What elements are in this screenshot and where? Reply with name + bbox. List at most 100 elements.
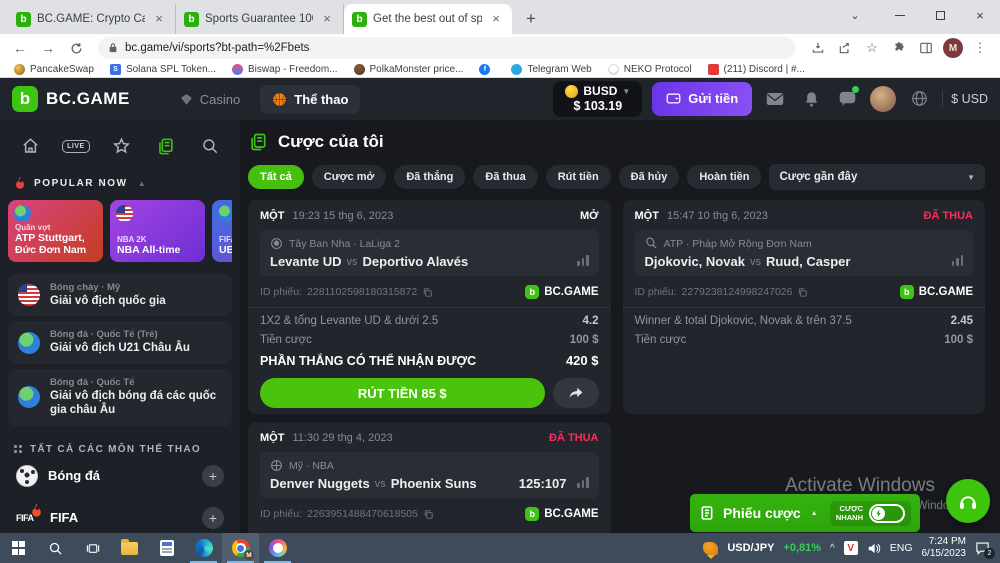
fiat-currency[interactable]: $ USD (942, 91, 988, 107)
support-headset-button[interactable] (946, 479, 990, 523)
filter-won[interactable]: Đã thắng (394, 165, 465, 189)
speaker-icon[interactable] (867, 542, 881, 555)
home-icon[interactable] (18, 134, 42, 158)
mail-icon[interactable] (762, 86, 788, 112)
filter-cashout[interactable]: Rút tiền (546, 165, 611, 189)
tab-sports-guarantee[interactable]: b Sports Guarantee 100% Cashbac × (176, 4, 344, 34)
new-tab-button[interactable]: + (518, 6, 544, 32)
bookmark-biswap[interactable]: Biswap - Freedom... (232, 64, 337, 75)
copy-icon[interactable] (423, 509, 434, 520)
chat-icon[interactable] (834, 86, 860, 112)
url-bar[interactable]: bc.game/vi/sports?bt-path=%2Fbets (98, 37, 796, 59)
stats-icon[interactable] (577, 477, 589, 488)
bell-icon[interactable] (798, 86, 824, 112)
bookmark-facebook[interactable]: f (479, 64, 495, 75)
search-icon[interactable] (198, 134, 222, 158)
file-explorer-button[interactable] (111, 533, 148, 563)
tray-chevron-icon[interactable]: ^ (830, 543, 835, 554)
collapse-up-icon[interactable]: ▲ (138, 179, 148, 188)
maximize-button[interactable] (920, 0, 960, 30)
filter-cancelled[interactable]: Đã hủy (619, 165, 680, 189)
language-indicator[interactable]: ENG (890, 542, 913, 554)
tab-bcgame-casino[interactable]: b BC.GAME: Crypto Casino Games × (8, 4, 176, 34)
reload-icon[interactable] (64, 36, 88, 60)
bookmark-telegram[interactable]: Telegram Web (511, 64, 591, 75)
antivirus-tray-icon[interactable]: V (844, 541, 858, 555)
filter-open[interactable]: Cược mở (312, 165, 387, 189)
bcgame-logo[interactable]: b BC.GAME (12, 86, 130, 112)
stats-icon[interactable] (952, 255, 964, 266)
filter-refund[interactable]: Hoàn tiền (687, 165, 761, 189)
stats-icon[interactable] (577, 255, 589, 266)
back-icon[interactable]: ← (8, 36, 32, 60)
favorites-star-icon[interactable] (110, 134, 134, 158)
bet-card-atp[interactable]: MỘT 15:47 10 thg 6, 2023 ĐÃ THUA ATP · P… (623, 200, 986, 414)
share-bet-button[interactable] (553, 378, 599, 408)
my-bets-slip-icon[interactable] (154, 134, 178, 158)
popular-card-atp[interactable]: Quần vợt ATP Stuttgart, Đức Đơn Nam (8, 200, 103, 262)
taskbar-search-button[interactable] (37, 533, 74, 563)
side-panel-icon[interactable] (914, 36, 938, 60)
match-box[interactable]: Mỹ · NBA Denver Nuggets vs Phoenix Suns … (260, 452, 599, 498)
popular-now-header[interactable]: POPULAR NOW ▲ (14, 176, 226, 190)
install-icon[interactable] (806, 36, 830, 60)
menu-kebab-icon[interactable]: ⋮ (968, 36, 992, 60)
popular-card-nba[interactable]: NBA 2K NBA All-time (110, 200, 205, 262)
browser-profile-avatar[interactable]: M (941, 36, 965, 60)
start-button[interactable] (0, 533, 37, 563)
bet-card-nba[interactable]: MỘT 11:30 29 thg 4, 2023 ĐÃ THUA Mỹ · NB… (248, 422, 611, 533)
league-item-nations[interactable]: Bóng đá · Quốc Tế Giải vô địch bóng đá c… (8, 369, 232, 426)
edge-button[interactable] (185, 533, 222, 563)
filter-lost[interactable]: Đã thua (473, 165, 537, 189)
taskbar-clock[interactable]: 7:24 PM 6/15/2023 (922, 536, 967, 561)
tab-sports-betting-active[interactable]: b Get the best out of sports bettin × (344, 4, 512, 34)
popular-card-uefa[interactable]: FIFA UEFA Leag (212, 200, 232, 262)
nav-casino[interactable]: Casino (168, 85, 252, 114)
task-view-button[interactable] (74, 533, 111, 563)
match-box[interactable]: ATP · Pháp Mở Rộng Đơn Nam Djokovic, Nov… (635, 230, 974, 276)
chrome-button[interactable]: M (222, 533, 259, 563)
betslip-bar[interactable]: Phiếu cược ▲ CƯỢCNHANH (690, 494, 920, 532)
close-tab-icon[interactable]: × (151, 11, 167, 27)
action-center-button[interactable]: 2 (975, 541, 990, 555)
quick-bet-toggle[interactable] (869, 504, 905, 523)
bookmark-polkamonster[interactable]: PolkaMonster price... (354, 64, 464, 75)
sidebar-item-fifa[interactable]: FIFA FIFA + (8, 497, 232, 534)
expand-plus-button[interactable]: + (202, 507, 224, 529)
bookmark-neko[interactable]: NEKO Protocol (608, 64, 692, 75)
forward-icon[interactable]: → (36, 36, 60, 60)
copy-icon[interactable] (797, 287, 808, 298)
paint-button[interactable] (259, 533, 296, 563)
currency-pair[interactable]: USD/JPY (727, 542, 774, 554)
close-window-button[interactable]: × (960, 0, 1000, 30)
bookmark-discord[interactable]: (211) Discord | #... (708, 64, 805, 75)
nav-sports[interactable]: Thể thao (260, 85, 360, 114)
close-tab-icon[interactable]: × (319, 11, 335, 27)
league-item-u21[interactable]: Bóng đá · Quốc Tế (Trẻ) Giải vô địch U21… (8, 321, 232, 363)
minimize-button[interactable] (880, 0, 920, 30)
copy-icon[interactable] (422, 287, 433, 298)
expand-plus-button[interactable]: + (202, 465, 224, 487)
sidebar-item-football[interactable]: Bóng đá + (8, 455, 232, 497)
share-icon[interactable] (833, 36, 857, 60)
filter-all[interactable]: Tất cả (248, 165, 304, 189)
wordpad-button[interactable] (148, 533, 185, 563)
cashout-button[interactable]: RÚT TIỀN 85 $ (260, 378, 545, 408)
bookmark-star-icon[interactable]: ☆ (860, 36, 884, 60)
ticker-app-icon[interactable] (703, 542, 718, 555)
live-icon[interactable]: LIVE (62, 140, 90, 153)
tab-search-chevron-icon[interactable]: ⌄ (840, 0, 870, 30)
language-globe-icon[interactable] (906, 86, 932, 112)
extensions-icon[interactable] (887, 36, 911, 60)
bet-card-laliga[interactable]: MỘT 19:23 15 thg 6, 2023 MỞ Tây Ban Nha … (248, 200, 611, 414)
sort-dropdown[interactable]: Cược gần đây ▼ (769, 164, 985, 190)
close-tab-icon[interactable]: × (488, 11, 504, 27)
user-avatar[interactable] (870, 86, 896, 112)
match-box[interactable]: Tây Ban Nha · LaLiga 2 Levante UD vs Dep… (260, 230, 599, 276)
wallet-balance[interactable]: BUSD▼ $ 103.19 (553, 81, 642, 116)
bookmark-solana[interactable]: SSolana SPL Token... (110, 64, 216, 75)
bookmark-pancakeswap[interactable]: PancakeSwap (14, 64, 94, 75)
status-badge: MỞ (580, 210, 599, 222)
deposit-button[interactable]: Gửi tiền (652, 82, 752, 116)
league-item-mlb[interactable]: Bóng chày · Mỹ Giải vô địch quốc gia (8, 274, 232, 316)
